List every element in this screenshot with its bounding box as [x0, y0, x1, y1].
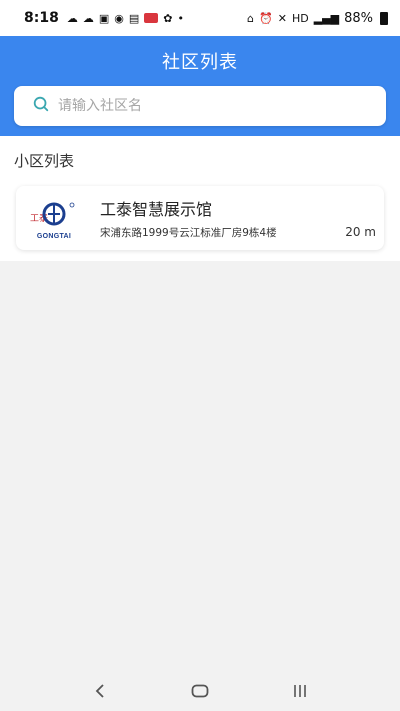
mute-icon: ✕ [277, 11, 287, 25]
home-button[interactable] [180, 676, 220, 706]
community-address: 宋浦东路1999号云江标准厂房9栋4楼 [100, 227, 277, 239]
logo-text: GONGTAI [36, 232, 72, 240]
back-icon [95, 684, 104, 698]
status-right: ⌂ ⏰ ✕ HD ▂▄▆ 88% [247, 11, 388, 26]
dot-icon: • [177, 11, 184, 25]
home-icon [191, 684, 209, 698]
battery-percent: 88% [344, 10, 373, 26]
recents-icon [294, 685, 306, 697]
app-header: 社区列表 [0, 36, 400, 136]
notification-icon: ☁ [82, 11, 94, 25]
navigation-bar [0, 671, 400, 711]
community-name: 工泰智慧展示馆 [100, 200, 213, 219]
page-title: 社区列表 [162, 52, 238, 73]
status-bar: 8:18 ☁ ☁ ▣ ◉ ▤ ✿ • ⌂ ⏰ ✕ HD ▂▄▆ 88% [0, 0, 400, 36]
battery-icon [380, 11, 388, 25]
network-label: HD [291, 11, 309, 25]
community-card[interactable]: 工泰 GONGTAI 工泰智慧展示馆 宋浦东路1999号云江标准厂房9栋4楼 2… [16, 186, 384, 250]
home-status-icon: ⌂ [247, 11, 255, 25]
notification-icon: ▣ [98, 11, 110, 25]
notification-icon: ▤ [128, 11, 140, 25]
notification-icon: ✿ [163, 11, 173, 25]
community-list-section: 小区列表 工泰 GONGTAI 工泰智慧展示馆 宋浦东路1999号云江标准厂房9… [0, 136, 400, 261]
search-input[interactable] [58, 98, 358, 114]
status-left: 8:18 ☁ ☁ ▣ ◉ ▤ ✿ • [24, 10, 184, 26]
recents-button[interactable] [280, 676, 320, 706]
community-distance: 20 m [345, 225, 376, 239]
alarm-icon: ⏰ [259, 11, 273, 25]
community-logo: 工泰 GONGTAI [26, 194, 82, 242]
notification-icon: ☁ [66, 11, 78, 25]
app-notification-icon [144, 13, 159, 23]
status-time: 8:18 [24, 10, 59, 26]
search-icon [32, 95, 50, 117]
section-title: 小区列表 [14, 152, 75, 170]
signal-icon: ▂▄▆ [313, 11, 340, 25]
gongtai-logo-icon: 工泰 [30, 202, 75, 225]
back-button[interactable] [80, 676, 120, 706]
weibo-icon: ◉ [114, 11, 124, 25]
search-box[interactable] [14, 86, 386, 126]
